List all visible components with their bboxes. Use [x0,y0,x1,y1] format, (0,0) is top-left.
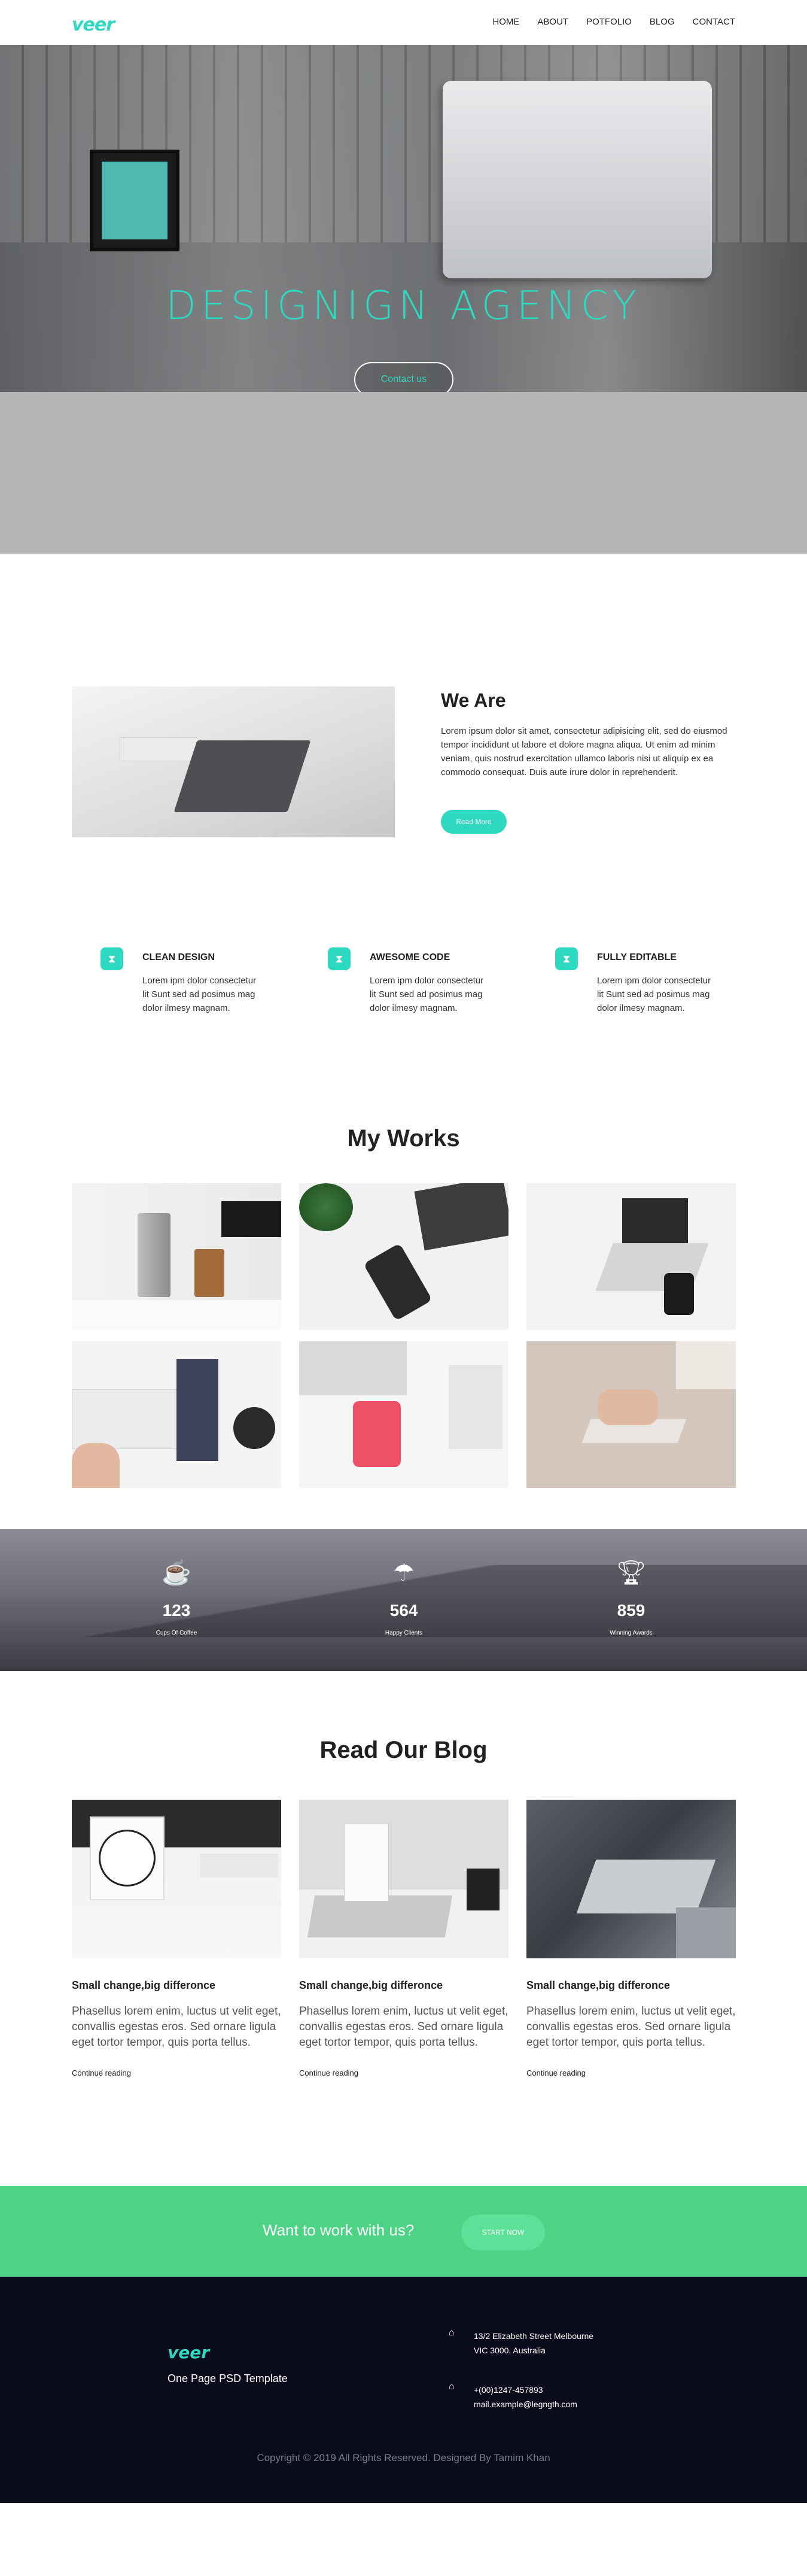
stat-value: 564 [389,1601,418,1620]
nav-contact[interactable]: CONTACT [693,17,735,27]
feature-title: CLEAN DESIGN [142,952,215,962]
work-item[interactable] [72,1183,281,1330]
hero-banner: DESIGNIGN AGENCY Contact us [0,45,807,392]
about-section: We Are Lorem ipsum dolor sit amet, conse… [0,554,807,853]
blog-post: Small change,big differonce Phasellus lo… [72,1800,281,2077]
post-excerpt: Phasellus lorem enim, luctus ut velit eg… [526,2005,736,2049]
about-image [72,686,395,837]
works-title: My Works [347,1125,460,1152]
nav-blog[interactable]: BLOG [650,17,675,27]
feature-title: AWESOME CODE [370,952,450,962]
address-line-2: VIC 3000, Australia [474,2346,546,2355]
post-title[interactable]: Small change,big differonce [299,1979,508,1992]
nav-home[interactable]: HOME [492,17,519,27]
feature-text: Lorem ipm dolor consectetur lit Sunt sed… [597,976,711,1013]
books-shape [120,737,197,761]
post-title[interactable]: Small change,big differonce [72,1979,281,1992]
footer-tagline: One Page PSD Template [168,2373,288,2384]
footer-contact: ⌂ +(00)1247-457893 mail.example@legngth.… [449,2381,640,2411]
logo[interactable]: veer [72,14,115,35]
post-title[interactable]: Small change,big differonce [526,1979,736,1992]
stat-label: Winning Awards [610,1630,653,1636]
hourglass-icon: ⧗ [555,947,578,970]
home-icon: ⌂ [449,2328,455,2338]
stat-item: ☂ 564 Happy Clients [344,1558,464,1636]
post-excerpt: Phasellus lorem enim, luctus ut velit eg… [299,2005,508,2049]
cta-section: Want to work with us? START NOW [0,2186,807,2277]
footer-logo[interactable]: veer [168,2343,209,2362]
home-icon: ⌂ [449,2381,455,2392]
main-menu: HOME ABOUT POTFOLIO BLOG CONTACT [492,17,735,27]
about-title: We Are [441,689,506,711]
trophy-icon: 🏆︎ [616,1560,647,1586]
hero-section: DESIGNIGN AGENCY Contact us [0,45,807,554]
blog-title: Read Our Blog [319,1737,488,1763]
umbrella-icon: ☂ [393,1560,415,1586]
work-item[interactable] [526,1341,736,1488]
post-image[interactable] [526,1800,736,1958]
stat-value: 123 [162,1601,191,1620]
stat-value: 859 [617,1601,645,1620]
stat-item: ☕ 123 Cups Of Coffee [117,1558,236,1636]
top-nav: veer HOME ABOUT POTFOLIO BLOG CONTACT [0,0,807,45]
nav-about[interactable]: ABOUT [537,17,568,27]
laptop-shape [173,740,311,812]
feature-text: Lorem ipm dolor consectetur lit Sunt sed… [370,976,484,1013]
blog-section: Read Our Blog Small change,big differonc… [0,1671,807,2186]
coffee-cup-icon: ☕ [162,1560,191,1586]
stat-item: 🏆︎ 859 Winning Awards [571,1558,691,1636]
hero-frame-image [90,150,179,251]
phone-number: +(00)1247-457893 [474,2385,543,2395]
post-image[interactable] [299,1800,508,1958]
works-section: My Works [0,1098,807,1529]
work-item[interactable] [299,1341,508,1488]
copyright: Copyright © 2019 All Rights Reserved. De… [257,2452,550,2463]
footer: veer One Page PSD Template ⌂ 13/2 Elizab… [0,2277,807,2503]
feature-text: Lorem ipm dolor consectetur lit Sunt sed… [142,976,257,1013]
hourglass-icon: ⧗ [101,947,123,970]
continue-reading-link[interactable]: Continue reading [526,2068,736,2077]
stat-label: Cups Of Coffee [156,1630,197,1636]
hourglass-icon: ⧗ [328,947,351,970]
feature-title: FULLY EDITABLE [597,952,677,962]
hero-monitor-image [443,81,712,278]
read-more-button[interactable]: Read More [441,810,507,834]
work-item[interactable] [299,1183,508,1330]
continue-reading-link[interactable]: Continue reading [299,2068,508,2077]
work-item[interactable] [526,1183,736,1330]
stat-label: Happy Clients [385,1630,423,1636]
nav-portfolio[interactable]: POTFOLIO [586,17,632,27]
blog-post: Small change,big differonce Phasellus lo… [299,1800,508,2077]
about-text: Lorem ipsum dolor sit amet, consectetur … [441,726,727,777]
features-section: ⧗ CLEAN DESIGN Lorem ipm dolor consectet… [0,853,807,1098]
hero-gray-band [0,392,807,554]
start-now-button[interactable]: START NOW [461,2214,545,2250]
email-address[interactable]: mail.example@legngth.com [474,2397,577,2411]
contact-us-button[interactable]: Contact us [354,362,453,392]
post-image[interactable] [72,1800,281,1958]
cta-text: Want to work with us? [263,2221,415,2239]
work-item[interactable] [72,1341,281,1488]
stats-section: ☕ 123 Cups Of Coffee ☂ 564 Happy Clients… [0,1529,807,1671]
hero-title: DESIGNIGN AGENCY [166,282,641,329]
address-line-1: 13/2 Elizabeth Street Melbourne [474,2331,594,2341]
footer-address: ⌂ 13/2 Elizabeth Street Melbourne VIC 30… [449,2328,640,2358]
continue-reading-link[interactable]: Continue reading [72,2068,281,2077]
blog-post: Small change,big differonce Phasellus lo… [526,1800,736,2077]
post-excerpt: Phasellus lorem enim, luctus ut velit eg… [72,2005,281,2049]
